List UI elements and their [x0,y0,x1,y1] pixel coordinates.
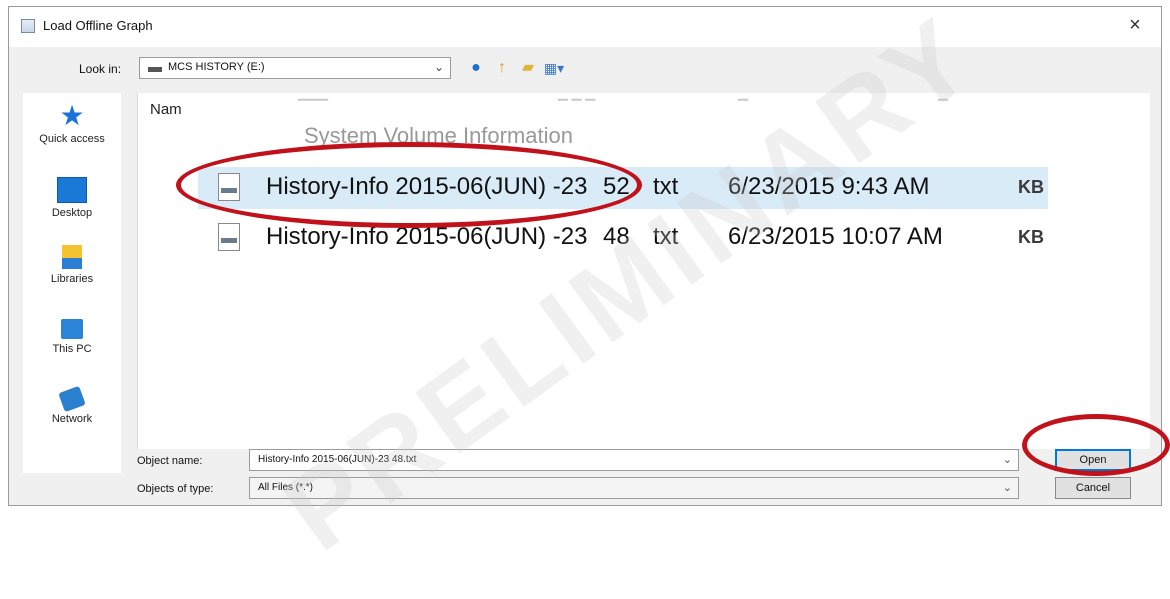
text-file-icon [218,223,240,251]
cancel-button[interactable]: Cancel [1055,477,1131,499]
chevron-down-icon[interactable]: ⌄ [1003,453,1012,466]
network-icon [58,385,86,413]
view-menu-icon[interactable]: ▦▾ [543,57,565,79]
place-network[interactable]: Network [23,385,121,425]
desktop-icon [57,177,87,203]
place-label: This PC [52,343,92,355]
column-header-date[interactable]: ▔▔▔ [298,99,328,115]
highlight-circle-file [176,142,642,228]
column-header-type[interactable]: ▔ ▔ ▔ [558,99,595,115]
object-name-label: Object name: [137,455,203,467]
dialog-window: Load Offline Graph × Look in: MCS HISTOR… [8,6,1162,506]
libraries-icon [62,245,82,269]
place-libraries[interactable]: Libraries [23,245,121,285]
back-icon[interactable]: ● [465,57,487,79]
file-size-unit: KB [1018,227,1044,247]
place-label: Desktop [51,207,93,219]
new-folder-icon[interactable]: ▰ [517,57,539,79]
place-label: Network [51,413,93,425]
file-type: txt [653,223,679,250]
chevron-down-icon[interactable]: ⌄ [434,60,444,74]
drive-icon [148,67,162,72]
object-name-value: History-Info 2015-06(JUN)-23 48.txt [258,454,417,465]
lookin-value: MCS HISTORY (E:) [168,61,265,73]
chevron-down-icon[interactable]: ⌄ [1003,481,1012,494]
lookin-label: Look in: [79,62,122,76]
place-desktop[interactable]: Desktop [23,177,121,219]
title-bar: Load Offline Graph × [9,7,1161,47]
close-button[interactable]: × [1123,13,1147,37]
places-bar: ★ Quick access Desktop Libraries This PC… [23,93,121,473]
place-quick-access[interactable]: ★ Quick access [23,100,121,146]
column-header-extra[interactable]: ▔ [938,99,948,115]
object-type-value: All Files (*.*) [258,482,314,493]
file-size-unit: KB [1018,177,1044,197]
place-label: Libraries [50,273,94,285]
file-size: 48 [603,223,630,250]
star-icon: ★ [59,100,85,131]
object-name-field[interactable]: History-Info 2015-06(JUN)-23 48.txt ⌄ [249,449,1019,471]
lookin-dropdown[interactable]: MCS HISTORY (E:) ⌄ [139,57,451,79]
file-list[interactable]: Nam ▔▔▔ ▔ ▔ ▔ ▔ ▔ System Volume Informat… [137,93,1150,449]
file-type: txt [653,173,679,200]
computer-icon [61,319,83,339]
object-type-label: Objects of type: [137,483,214,495]
file-date: 6/23/2015 10:07 AM [728,223,943,250]
up-folder-icon[interactable]: ↑ [491,57,513,79]
object-type-dropdown[interactable]: All Files (*.*) ⌄ [249,477,1019,499]
file-date: 6/23/2015 9:43 AM [728,173,930,200]
window-title: Load Offline Graph [43,18,153,33]
highlight-circle-open [1022,414,1170,476]
column-header-size[interactable]: ▔ [738,99,748,115]
place-label: Quick access [39,133,105,145]
window-icon [21,19,35,33]
place-this-pc[interactable]: This PC [23,319,121,355]
column-header-name[interactable]: Nam [150,101,182,118]
